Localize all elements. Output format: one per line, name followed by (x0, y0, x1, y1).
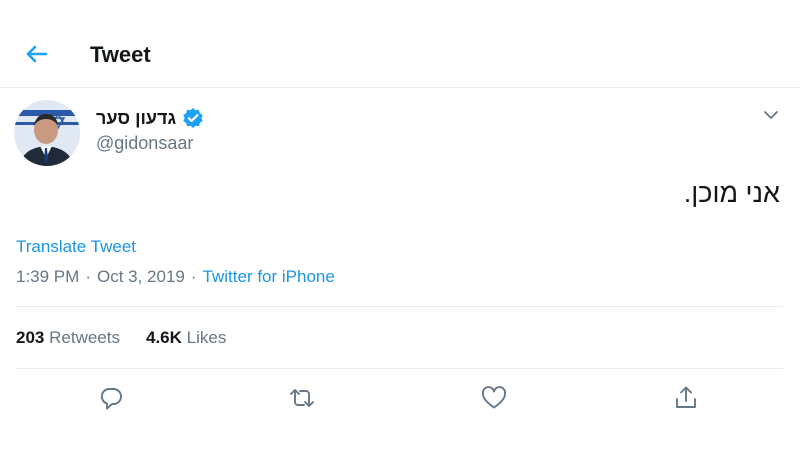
author-name-row[interactable]: גדעון סער (96, 106, 204, 130)
meta-separator: · (85, 267, 91, 286)
divider (16, 306, 783, 307)
tweet-meta: 1:39 PM · Oct 3, 2019 · Twitter for iPho… (16, 267, 335, 287)
like-icon[interactable] (480, 384, 508, 412)
likes-label: Likes (186, 328, 227, 347)
retweets-stat[interactable]: 203 Retweets (16, 328, 120, 348)
likes-count: 4.6K (145, 328, 182, 347)
verified-badge-icon (182, 107, 204, 129)
back-arrow-icon[interactable] (20, 38, 52, 70)
chevron-down-icon[interactable] (760, 104, 782, 126)
tweet-stats: 203 Retweets 4.6K Likes (16, 328, 226, 348)
display-name: גדעון סער (96, 107, 177, 128)
retweet-icon[interactable] (288, 384, 316, 412)
author-handle[interactable]: @gidonsaar (96, 133, 193, 154)
reply-icon[interactable] (97, 384, 125, 412)
tweet-text: אני מוכן. (683, 178, 780, 208)
retweets-label: Retweets (49, 328, 120, 347)
divider (16, 368, 783, 369)
tweet-time[interactable]: 1:39 PM (16, 267, 79, 287)
meta-separator: · (190, 267, 197, 286)
tweet-source-link[interactable]: Twitter for iPhone (203, 267, 335, 287)
retweets-count: 203 (16, 328, 45, 347)
avatar[interactable] (14, 100, 80, 166)
tweet-date[interactable]: Oct 3, 2019 (97, 267, 185, 287)
share-icon[interactable] (672, 384, 700, 412)
page-title: Tweet (90, 42, 151, 67)
likes-stat[interactable]: 4.6K Likes (146, 328, 226, 348)
translate-tweet-link[interactable]: Translate Tweet (16, 237, 136, 257)
top-bar: Tweet (0, 0, 800, 88)
